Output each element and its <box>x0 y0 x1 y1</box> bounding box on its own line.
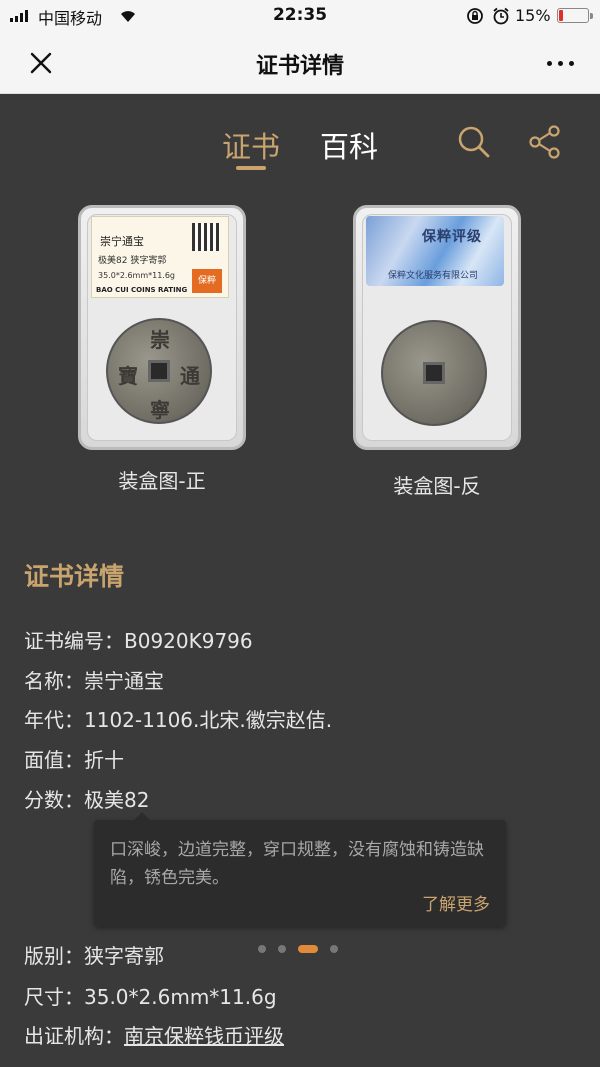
detail-variant: 版别：狭字寄郭 <box>24 940 164 969</box>
status-bar: 中国移动 22:35 15% <box>0 0 600 32</box>
more-icon[interactable] <box>536 48 584 78</box>
tab-certificate[interactable]: 证书 <box>222 124 280 166</box>
detail-size: 尺寸：35.0*2.6mm*11.6g <box>24 981 277 1010</box>
label-coin-name: 崇宁通宝 <box>100 235 144 248</box>
face-value: 折十 <box>84 748 124 772</box>
detail-year: 年代：1102-1106.北宋.徽宗赵佶. <box>24 704 332 733</box>
year-value: 1102-1106.北宋.徽宗赵佶. <box>84 708 333 732</box>
coin-back <box>381 320 487 426</box>
coin-char-top: 崇 <box>150 328 170 352</box>
org-link[interactable]: 南京保粹钱币评级 <box>124 1024 284 1048</box>
clock: 22:35 <box>272 5 328 25</box>
coin-char-bottom: 寧 <box>150 398 170 422</box>
rotation-lock-icon <box>467 8 483 24</box>
coin-hole <box>148 360 170 382</box>
tooltip-text: 口深峻，边道完整，穿口规整，没有腐蚀和铸造缺陷，锈色完美。 <box>110 840 484 888</box>
variant-label: 版别： <box>24 944 84 968</box>
cert-number-label: 证书编号： <box>24 629 124 653</box>
slab-back-caption: 装盒图-反 <box>393 474 481 498</box>
detail-score: 分数：极美82 <box>24 784 149 813</box>
cert-number-value: B0920K9796 <box>124 629 253 653</box>
tab-encyclopedia[interactable]: 百科 <box>320 124 378 166</box>
coin-char-left: 寶 <box>118 364 138 388</box>
name-value: 崇宁通宝 <box>84 669 164 693</box>
label-grade: 极美82 狭字寄郭 <box>98 256 167 266</box>
section-title: 证书详情 <box>24 562 125 591</box>
size-value: 35.0*2.6mm*11.6g <box>84 985 277 1009</box>
label-back-company: 保粹文化服务有限公司 <box>388 271 479 281</box>
qr-code-icon <box>192 223 220 251</box>
battery-cap <box>590 13 593 19</box>
score-value[interactable]: 极美82 <box>84 788 149 812</box>
slab-front-caption: 装盒图-正 <box>118 469 206 493</box>
label-back-title: 保粹评级 <box>422 229 482 245</box>
label-size: 35.0*2.6mm*11.6g <box>98 271 176 280</box>
name-label: 名称： <box>24 669 84 693</box>
org-label: 出证机构： <box>24 1024 124 1048</box>
detail-org: 出证机构：南京保粹钱币评级 <box>24 1020 284 1049</box>
slab-label-front: 崇宁通宝 极美82 狭字寄郭 35.0*2.6mm*11.6g BAO CUI … <box>91 216 229 298</box>
size-label: 尺寸： <box>24 985 84 1009</box>
carousel-dot[interactable] <box>258 945 266 953</box>
nav-bar: 证书详情 <box>0 32 600 94</box>
share-icon[interactable] <box>527 124 563 160</box>
face-label: 面值： <box>24 748 84 772</box>
coin-front: 崇 寧 通 寶 <box>106 318 212 424</box>
coin-char-right: 通 <box>180 364 200 388</box>
label-brand-text: BAO CUI COINS RATING <box>96 286 188 294</box>
battery-icon <box>557 8 589 23</box>
year-label: 年代： <box>24 708 84 732</box>
battery-percent: 15% <box>515 6 551 25</box>
alarm-icon <box>493 7 509 25</box>
detail-name: 名称：崇宁通宝 <box>24 665 164 694</box>
page-title: 证书详情 <box>255 54 344 79</box>
search-icon[interactable] <box>456 124 492 160</box>
tab-bar: 证书 百科 <box>0 118 600 178</box>
detail-cert-number: 证书编号：B0920K9796 <box>24 625 253 654</box>
slab-front-image[interactable]: 崇宁通宝 极美82 狭字寄郭 35.0*2.6mm*11.6g BAO CUI … <box>78 205 246 450</box>
learn-more-link[interactable]: 了解更多 <box>422 890 490 915</box>
slab-back-image[interactable]: 保粹评级 保粹文化服务有限公司 <box>353 205 521 450</box>
carousel-dots <box>258 945 338 953</box>
slab-label-back: 保粹评级 保粹文化服务有限公司 <box>366 216 504 286</box>
variant-value: 狭字寄郭 <box>84 944 164 968</box>
score-label: 分数： <box>24 788 84 812</box>
score-tooltip: 口深峻，边道完整，穿口规整，没有腐蚀和铸造缺陷，锈色完美。 了解更多 <box>94 812 506 926</box>
tab-active-indicator <box>236 166 266 170</box>
coin-hole <box>423 362 445 384</box>
carousel-dot[interactable] <box>330 945 338 953</box>
brand-mark: 保粹 <box>192 269 222 293</box>
tooltip-arrow <box>134 812 150 820</box>
carousel-dot[interactable] <box>278 945 286 953</box>
carousel-dot[interactable] <box>298 945 318 953</box>
detail-face-value: 面值：折十 <box>24 744 124 773</box>
